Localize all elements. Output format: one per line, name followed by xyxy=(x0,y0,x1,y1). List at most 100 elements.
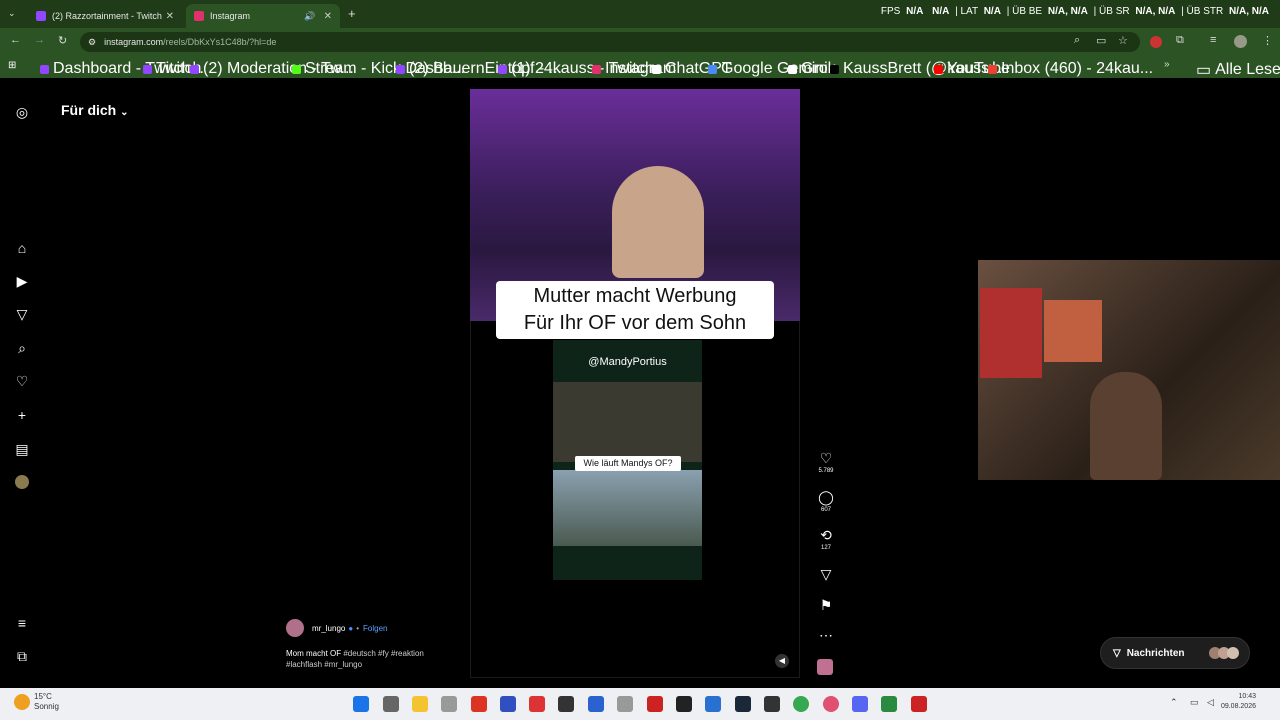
app-icon[interactable] xyxy=(764,696,780,712)
send-icon: ▽ xyxy=(820,566,832,582)
stat-label: LAT xyxy=(960,6,978,17)
description-text: Mom macht OF xyxy=(286,649,342,658)
app-icon[interactable] xyxy=(529,696,545,712)
back-icon[interactable]: ← xyxy=(10,34,21,46)
forward-icon[interactable]: → xyxy=(34,34,45,46)
bookmark-item[interactable]: Grok xyxy=(788,60,836,78)
extension-icon[interactable] xyxy=(1150,36,1162,48)
gemini-icon xyxy=(708,64,717,74)
heart-icon[interactable]: ♡ xyxy=(12,371,32,391)
save-button[interactable]: ⚑ xyxy=(812,597,840,614)
app-icon[interactable] xyxy=(676,696,692,712)
stat-value: N/A xyxy=(983,6,1001,17)
file-explorer-icon[interactable] xyxy=(412,696,428,712)
url-path: /reels/DbKxYs1C48b/?hl=de xyxy=(163,37,277,47)
start-icon[interactable] xyxy=(353,696,369,712)
cast-icon[interactable]: ▭ xyxy=(1096,34,1106,47)
discord-icon[interactable] xyxy=(852,696,868,712)
twitch-icon xyxy=(498,64,507,74)
tiktok-icon xyxy=(830,64,839,74)
app-icon[interactable] xyxy=(617,696,633,712)
app-icon[interactable] xyxy=(471,696,487,712)
like-button[interactable]: ♡ 5.789 xyxy=(812,450,840,474)
app-icon[interactable] xyxy=(881,696,897,712)
home-icon[interactable]: ⌂ xyxy=(12,238,32,258)
profile-avatar[interactable] xyxy=(1234,35,1247,48)
calculator-icon[interactable] xyxy=(383,696,399,712)
more-button[interactable]: ⋯ xyxy=(812,627,840,644)
volume-icon[interactable]: ◀ xyxy=(775,654,789,668)
reload-icon[interactable]: ↻ xyxy=(58,34,67,47)
menu-icon[interactable]: ≡ xyxy=(12,613,32,633)
bookmark-item[interactable]: Inbox (460) - 24kau... xyxy=(988,60,1153,78)
zoom-icon[interactable]: ⌕ xyxy=(1074,34,1080,47)
share-button[interactable]: ▽ xyxy=(812,566,840,583)
gmail-icon xyxy=(988,64,997,74)
close-icon[interactable]: ✕ xyxy=(324,11,332,22)
repost-button[interactable]: ⟲ 127 xyxy=(812,527,840,551)
kick-icon xyxy=(292,64,301,74)
comment-icon: ◯ xyxy=(818,489,834,505)
reel-description: Mom macht OF #deutsch #fy #reaktion #lac… xyxy=(286,648,446,670)
clock[interactable]: 10:43 09.08.2026 xyxy=(1221,692,1256,712)
chrome-icon[interactable] xyxy=(793,696,809,712)
media-icon[interactable]: ≡ xyxy=(1210,34,1216,46)
tab-search-icon[interactable]: ⌄ xyxy=(8,8,16,19)
insights-icon[interactable]: ▤ xyxy=(12,439,32,459)
comment-button[interactable]: ◯ 607 xyxy=(812,489,840,513)
app-icon[interactable] xyxy=(647,696,663,712)
more-bookmarks-icon[interactable]: » xyxy=(1164,59,1170,70)
meta-apps-icon[interactable]: ⧉ xyxy=(12,646,32,666)
poster-image xyxy=(980,288,1042,378)
profile-avatar[interactable] xyxy=(12,472,32,492)
clock-date: 09.08.2026 xyxy=(1220,703,1256,710)
tray-chevron-icon[interactable]: ⌃ xyxy=(1170,697,1178,708)
messages-button[interactable]: ▽ Nachrichten xyxy=(1100,637,1250,669)
menu-icon[interactable]: ⋮ xyxy=(1262,34,1273,47)
network-icon[interactable]: ▭ xyxy=(1190,697,1199,708)
create-icon[interactable]: + xyxy=(12,405,32,425)
weather-icon[interactable] xyxy=(14,694,30,710)
steam-icon[interactable] xyxy=(735,696,751,712)
v-app-icon[interactable] xyxy=(500,696,516,712)
app-icon[interactable] xyxy=(558,696,574,712)
audio-thumbnail[interactable] xyxy=(817,659,833,675)
messages-label: Nachrichten xyxy=(1126,647,1185,659)
avatar[interactable] xyxy=(286,619,304,637)
author-name[interactable]: mr_lungo xyxy=(312,624,345,633)
stat-value: N/A, N/A xyxy=(1229,6,1269,17)
streamer-webcam-figure xyxy=(1090,372,1162,480)
volume-icon[interactable]: ◁ xyxy=(1207,697,1214,708)
twitch-icon xyxy=(40,64,49,74)
opera-icon[interactable] xyxy=(823,696,839,712)
close-icon[interactable]: ✕ xyxy=(166,11,174,22)
apps-icon[interactable]: ⊞ xyxy=(8,60,16,71)
stat-value: N/A xyxy=(906,6,924,17)
search-icon[interactable]: ⌕ xyxy=(12,338,32,358)
feed-title[interactable]: Für dich ⌄ xyxy=(61,102,129,118)
tab-twitch[interactable]: (2) Razzortainment - Twitch ✕ xyxy=(28,4,182,28)
tab-instagram[interactable]: Instagram 🔊 ✕ xyxy=(186,4,340,28)
instagram-logo-icon[interactable]: ◎ xyxy=(12,102,32,122)
extensions-icon[interactable]: ⧉ xyxy=(1176,34,1184,47)
bookmark-star-icon[interactable]: ☆ xyxy=(1118,34,1128,47)
speaker-icon[interactable]: 🔊 xyxy=(304,11,315,22)
new-tab-icon[interactable]: + xyxy=(348,6,356,21)
follow-button[interactable]: Folgen xyxy=(363,624,387,633)
mouse-icon[interactable] xyxy=(441,696,457,712)
app-icon[interactable] xyxy=(911,696,927,712)
bookmark-label: Inbox (460) - 24kau... xyxy=(1001,60,1154,77)
app-icon[interactable] xyxy=(705,696,721,712)
site-info-icon[interactable]: ⚙ xyxy=(88,37,96,48)
app-icon[interactable] xyxy=(588,696,604,712)
clip-handle: @MandyPortius xyxy=(588,356,667,368)
all-bookmarks-folder[interactable]: ▭Alle Lesezeichen xyxy=(1196,60,1280,80)
feed-title-label: Für dich xyxy=(61,102,117,118)
reel-author: mr_lungo ● • Folgen xyxy=(286,619,387,637)
direct-icon[interactable]: ▽ xyxy=(12,304,32,324)
address-bar[interactable]: ⚙ instagram.com/reels/DbKxYs1C48b/?hl=de xyxy=(80,32,1140,52)
reels-icon[interactable]: ▶ xyxy=(12,271,32,291)
weather-widget[interactable]: 15°C Sonnig xyxy=(34,692,59,712)
clock-time: 10:43 xyxy=(1238,693,1256,700)
bookmark-icon: ⚑ xyxy=(819,597,833,613)
